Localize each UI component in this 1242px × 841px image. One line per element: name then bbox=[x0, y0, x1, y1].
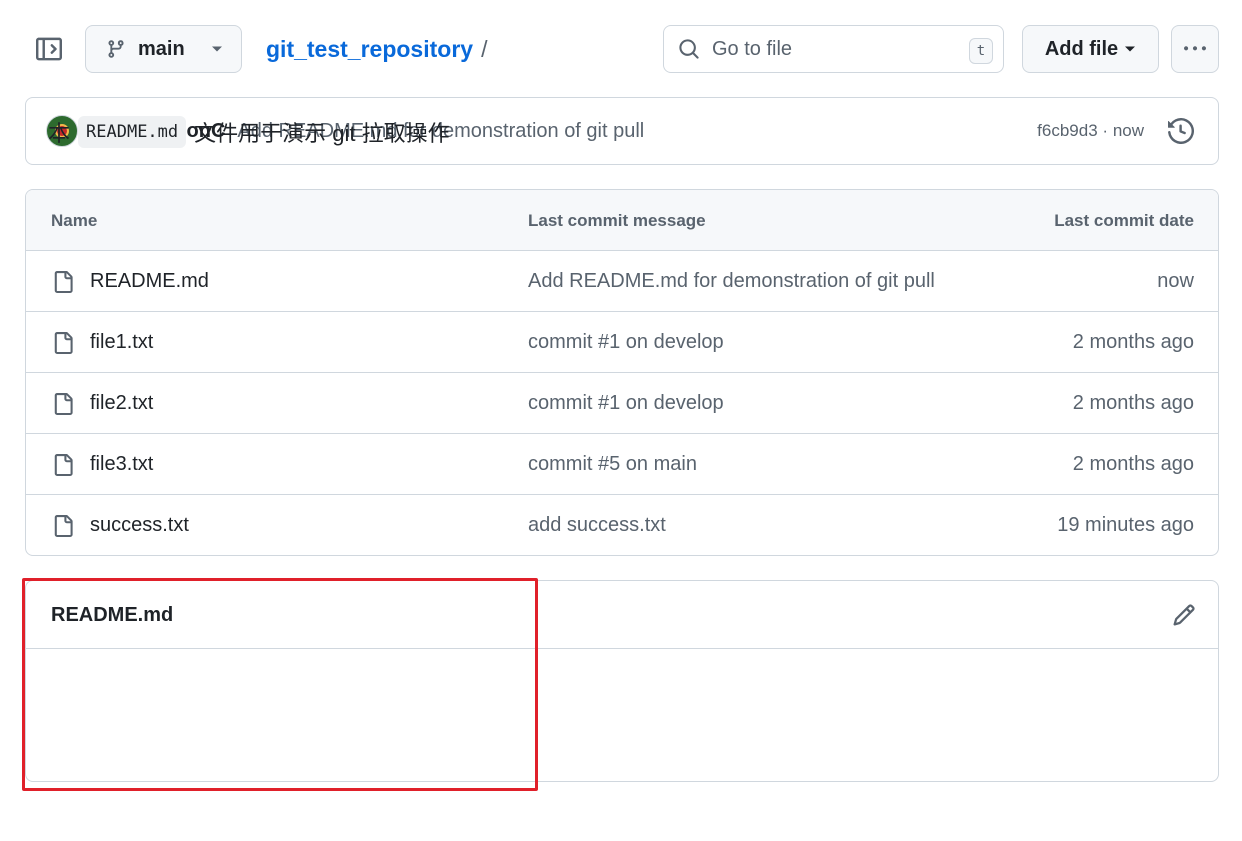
table-row[interactable]: success.txt add success.txt 19 minutes ago bbox=[26, 495, 1218, 555]
sidebar-toggle-icon bbox=[36, 37, 62, 61]
file-commit-date: 2 months ago bbox=[1072, 331, 1194, 353]
add-file-label: Add file bbox=[1044, 37, 1119, 60]
search-placeholder: Go to file bbox=[712, 37, 793, 60]
file-name-link[interactable]: success.txt bbox=[90, 514, 189, 537]
edit-readme-button[interactable] bbox=[1172, 603, 1196, 632]
file-icon bbox=[52, 513, 74, 545]
file-commit-message[interactable]: commit #1 on develop bbox=[528, 331, 724, 354]
readme-text-after: 文件用于演示 git 拉取操作 bbox=[194, 121, 450, 146]
commit-hash[interactable]: f6cb9d3 bbox=[1037, 121, 1098, 140]
git-branch-icon bbox=[108, 40, 124, 58]
file-table: Name Last commit message Last commit dat… bbox=[25, 189, 1219, 556]
readme-content: 本 README.md 文件用于演示 git 拉取操作 bbox=[48, 116, 450, 148]
readme-header: README.md bbox=[26, 581, 1218, 649]
file-name-link[interactable]: file3.txt bbox=[90, 453, 153, 476]
file-name-link[interactable]: file1.txt bbox=[90, 331, 153, 354]
add-file-button[interactable]: Add file bbox=[1022, 25, 1159, 73]
file-commit-date: 2 months ago bbox=[1072, 392, 1194, 414]
pencil-icon bbox=[1173, 604, 1195, 626]
readme-inline-code: README.md bbox=[78, 116, 187, 148]
readme-title[interactable]: README.md bbox=[51, 604, 173, 627]
file-icon bbox=[52, 391, 74, 423]
column-header-date: Last commit date bbox=[1054, 211, 1194, 230]
file-name-link[interactable]: file2.txt bbox=[90, 392, 153, 415]
commit-meta-separator: · bbox=[1102, 121, 1109, 140]
branch-name: main bbox=[138, 37, 185, 60]
table-header: Name Last commit message Last commit dat… bbox=[26, 190, 1218, 251]
file-icon bbox=[52, 452, 74, 484]
readme-text-before: 本 bbox=[48, 121, 71, 146]
kebab-horizontal-icon bbox=[1184, 46, 1206, 51]
file-icon bbox=[52, 330, 74, 362]
repo-name-link[interactable]: git_test_repository bbox=[266, 36, 473, 63]
commit-meta: f6cb9d3 · now bbox=[1037, 121, 1144, 141]
readme-panel: README.md bbox=[25, 580, 1219, 782]
table-row[interactable]: README.md Add README.md for demonstration… bbox=[26, 251, 1218, 312]
file-commit-date: 19 minutes ago bbox=[1057, 514, 1194, 536]
table-row[interactable]: file1.txt commit #1 on develop 2 months ag… bbox=[26, 312, 1218, 373]
breadcrumb-separator: / bbox=[481, 36, 488, 62]
search-shortcut-key: t bbox=[969, 38, 993, 64]
file-icon bbox=[52, 269, 74, 301]
go-to-file-input[interactable]: Go to file t bbox=[663, 25, 1004, 73]
file-commit-message[interactable]: add success.txt bbox=[528, 514, 666, 537]
more-options-button[interactable] bbox=[1171, 25, 1219, 73]
column-header-message: Last commit message bbox=[528, 211, 706, 230]
commit-time: now bbox=[1112, 121, 1144, 140]
search-icon bbox=[679, 39, 699, 59]
commit-history-button[interactable] bbox=[1168, 117, 1195, 149]
file-commit-message[interactable]: Add README.md for demonstration of git p… bbox=[528, 270, 935, 293]
file-commit-message[interactable]: commit #5 on main bbox=[528, 453, 697, 476]
column-header-name: Name bbox=[51, 211, 98, 230]
file-commit-date: 2 months ago bbox=[1072, 453, 1194, 475]
sidebar-toggle-button[interactable] bbox=[24, 24, 74, 74]
history-icon bbox=[1168, 117, 1195, 145]
table-row[interactable]: file3.txt commit #5 on main 2 months ago bbox=[26, 434, 1218, 495]
file-commit-message[interactable]: commit #1 on develop bbox=[528, 392, 724, 415]
file-name-link[interactable]: README.md bbox=[90, 270, 209, 293]
caret-down-icon bbox=[1125, 46, 1136, 52]
table-row[interactable]: file2.txt commit #1 on develop 2 months ag… bbox=[26, 373, 1218, 434]
breadcrumb: git_test_repository / bbox=[266, 36, 487, 63]
caret-down-icon bbox=[211, 46, 222, 52]
file-commit-date: now bbox=[1157, 270, 1194, 292]
repo-topbar: main git_test_repository / Go to file t … bbox=[24, 24, 1219, 74]
branch-selector-button[interactable]: main bbox=[85, 25, 242, 73]
